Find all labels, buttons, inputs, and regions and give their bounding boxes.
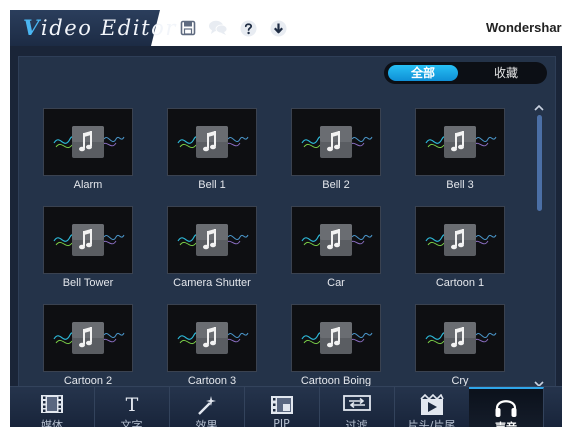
music-note-thumbnail-icon [301, 322, 373, 354]
bottom-tab-label: 过滤 [345, 419, 368, 427]
sound-library-panel: 全部 收藏 Alarm Bell 1 Bell 2 Bell 3 Bell Tower C… [18, 56, 556, 388]
music-note-thumbnail-icon [53, 224, 125, 256]
music-note-thumbnail-icon [53, 126, 125, 158]
sound-item[interactable]: Cartoon 1 [415, 206, 505, 296]
bottom-tab[interactable]: 效果 [169, 387, 245, 427]
brand-name: Wondershare [486, 20, 562, 35]
bottom-tab[interactable]: 媒体 [10, 387, 95, 427]
app-title: Video Editor [23, 14, 177, 42]
bottom-tab-label: 媒体 [41, 419, 63, 427]
sound-item[interactable]: Cartoon Boing [291, 304, 381, 387]
sound-label: Camera Shutter [173, 277, 251, 289]
sound-thumbnail[interactable] [415, 304, 505, 372]
feedback-icon[interactable] [208, 18, 228, 38]
sound-label: Car [327, 277, 345, 289]
sound-thumbnail[interactable] [167, 206, 257, 274]
music-note-thumbnail-icon [177, 126, 249, 158]
bottom-tab[interactable]: 片头/片尾 [394, 387, 470, 427]
sound-thumbnail[interactable] [291, 304, 381, 372]
sound-item[interactable]: Cry [415, 304, 505, 387]
bottom-tab-bar: 媒体 T 文字 效果 PIP 过滤 片头/片尾 声音 [10, 386, 562, 427]
sound-item[interactable]: Car [291, 206, 381, 296]
music-note-thumbnail-icon [425, 224, 497, 256]
music-note-thumbnail-icon [301, 224, 373, 256]
toolbar-icons [178, 18, 288, 38]
sound-thumbnail[interactable] [43, 108, 133, 176]
bottom-tab-label: 效果 [195, 419, 218, 427]
sound-item[interactable]: Bell 3 [415, 108, 505, 198]
bottom-tab[interactable]: T 文字 [94, 387, 170, 427]
sound-item[interactable]: Bell 1 [167, 108, 257, 198]
music-note-thumbnail-icon [53, 322, 125, 354]
sound-thumbnail[interactable] [43, 206, 133, 274]
scroll-up-arrow-icon[interactable] [533, 103, 545, 113]
transition-icon [342, 394, 371, 416]
sound-item[interactable]: Cartoon 2 [43, 304, 133, 387]
sound-item[interactable]: Cartoon 3 [167, 304, 257, 387]
save-icon[interactable] [178, 18, 198, 38]
sound-thumbnail[interactable] [415, 108, 505, 176]
sound-label: Bell 1 [198, 179, 226, 191]
sound-thumbnail[interactable] [167, 304, 257, 372]
sound-label: Cartoon 1 [435, 277, 485, 289]
scrollbar-thumb[interactable] [537, 115, 542, 211]
sound-thumbnail[interactable] [167, 108, 257, 176]
help-icon[interactable] [238, 18, 258, 38]
app-title-rest: ideo Editor [40, 16, 178, 40]
sound-label: Alarm [73, 179, 103, 191]
music-note-thumbnail-icon [425, 322, 497, 354]
title-bar: Video Editor Wondershare [10, 10, 562, 46]
sound-thumbnail[interactable] [291, 206, 381, 274]
sound-thumbnail[interactable] [415, 206, 505, 274]
sound-label: Bell 3 [446, 179, 474, 191]
svg-text:T: T [125, 394, 138, 414]
sound-thumbnail[interactable] [43, 304, 133, 372]
bottom-tab-label: PIP [273, 417, 290, 427]
bottom-tab[interactable]: PIP [244, 387, 320, 427]
video-editor-window: Video Editor Wondershare 全部 收藏 Alarm Bell… [10, 10, 562, 427]
sound-item[interactable]: Bell Tower [43, 206, 133, 296]
bottom-tab[interactable]: 过滤 [319, 387, 395, 427]
sound-label: Bell 2 [322, 179, 350, 191]
music-note-thumbnail-icon [177, 224, 249, 256]
bottom-tab-label: 文字 [120, 419, 143, 427]
music-note-thumbnail-icon [177, 322, 249, 354]
download-icon[interactable] [268, 18, 288, 38]
sound-item[interactable]: Bell 2 [291, 108, 381, 198]
bottom-tab-label: 片头/片尾 [407, 419, 456, 427]
bottom-tab-label: 声音 [469, 419, 543, 427]
text-icon: T [122, 394, 142, 418]
sound-item[interactable]: Camera Shutter [167, 206, 257, 296]
music-note-thumbnail-icon [301, 126, 373, 158]
music-note-thumbnail-icon [425, 126, 497, 158]
sound-item[interactable]: Alarm [43, 108, 133, 198]
bottom-tab[interactable]: 声音 [469, 387, 544, 427]
sound-label: Bell Tower [62, 277, 114, 289]
sound-grid: Alarm Bell 1 Bell 2 Bell 3 Bell Tower Camera … [19, 57, 529, 387]
app-title-initial: V [23, 15, 41, 40]
media-film-icon [40, 394, 64, 418]
sound-thumbnail[interactable] [291, 108, 381, 176]
